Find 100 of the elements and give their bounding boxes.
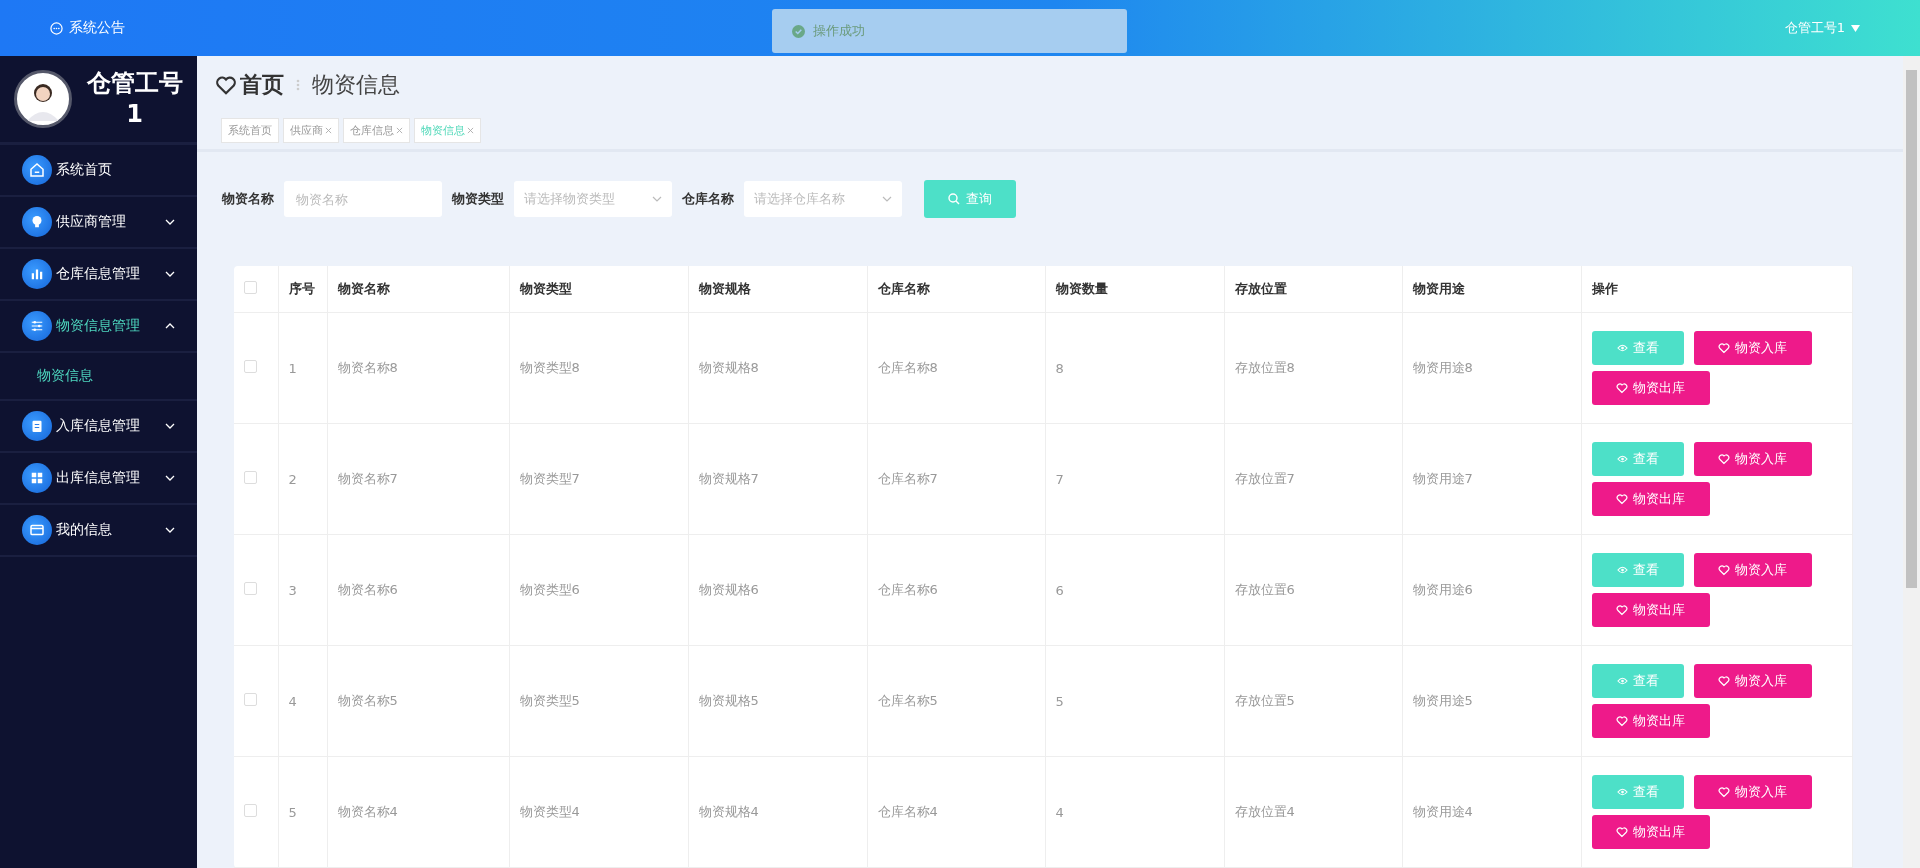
menu-item[interactable]: 我的信息	[0, 505, 197, 557]
table-cell: 物资名称4	[327, 756, 509, 868]
table-cell: 存放位置5	[1224, 645, 1402, 757]
stock-out-button[interactable]: 物资出库	[1591, 815, 1710, 849]
scrollbar[interactable]	[1903, 56, 1920, 868]
bulb-icon	[22, 207, 52, 237]
filter-label: 物资名称	[222, 190, 274, 208]
avatar	[14, 70, 72, 128]
stock-in-button[interactable]: 物资入库	[1693, 775, 1812, 809]
stock-in-button[interactable]: 物资入库	[1693, 331, 1812, 365]
page-tab[interactable]: 系统首页	[221, 118, 279, 143]
home-icon	[22, 155, 52, 185]
column-header: 物资名称	[327, 266, 509, 313]
close-icon[interactable]	[325, 127, 332, 134]
column-header: 物资用途	[1402, 266, 1581, 313]
checkbox[interactable]	[244, 281, 257, 294]
table-cell: 物资规格7	[688, 423, 867, 535]
grid-icon	[22, 463, 52, 493]
menu-item[interactable]: 出库信息管理	[0, 453, 197, 505]
table-cell: 2	[278, 423, 327, 535]
chevron-up-icon	[165, 323, 175, 329]
chevron-down-icon	[652, 196, 662, 202]
table-cell: 5	[278, 756, 327, 868]
table-cell: 物资名称8	[327, 312, 509, 424]
table-cell: 物资规格8	[688, 312, 867, 424]
menu-item[interactable]: 物资信息管理	[0, 301, 197, 353]
column-header: 序号	[278, 266, 327, 313]
eye-icon	[1616, 677, 1628, 685]
checkbox[interactable]	[244, 804, 257, 817]
close-icon[interactable]	[396, 127, 403, 134]
stock-out-button[interactable]: 物资出库	[1591, 482, 1710, 516]
table-cell: 存放位置8	[1224, 312, 1402, 424]
heart-icon	[1616, 382, 1628, 394]
table-cell: 仓库名称7	[867, 423, 1045, 535]
sliders-icon	[22, 311, 52, 341]
stock-out-button[interactable]: 物资出库	[1591, 371, 1710, 405]
checkbox[interactable]	[244, 360, 257, 373]
checkbox[interactable]	[244, 693, 257, 706]
table-cell: 物资用途7	[1402, 423, 1581, 535]
eye-icon	[1616, 566, 1628, 574]
toast-message: 操作成功	[813, 22, 865, 40]
clipboard-icon	[22, 411, 52, 441]
table-cell: 物资名称5	[327, 645, 509, 757]
menu-item[interactable]: 仓库信息管理	[0, 249, 197, 301]
menu-item[interactable]: 入库信息管理	[0, 401, 197, 453]
heart-icon	[1616, 826, 1628, 838]
table-cell: 5	[1045, 645, 1224, 757]
menu-item[interactable]: 系统首页	[0, 145, 197, 197]
page-tab[interactable]: 供应商	[283, 118, 339, 143]
stock-in-button[interactable]: 物资入库	[1693, 442, 1812, 476]
chevron-down-icon	[165, 527, 175, 533]
stock-in-button[interactable]: 物资入库	[1693, 664, 1812, 698]
table-cell: 4	[1045, 756, 1224, 868]
chevron-down-icon	[165, 271, 175, 277]
heart-icon	[1718, 675, 1730, 687]
column-header: 物资规格	[688, 266, 867, 313]
chart-icon	[22, 259, 52, 289]
column-header: 操作	[1581, 266, 1853, 313]
separator-icon	[296, 79, 300, 91]
notice-link[interactable]: 系统公告	[69, 19, 125, 37]
table-cell: 物资规格5	[688, 645, 867, 757]
eye-icon	[1616, 344, 1628, 352]
page-tab[interactable]: 仓库信息	[343, 118, 410, 143]
table-cell: 物资用途4	[1402, 756, 1581, 868]
table-cell: 仓库名称8	[867, 312, 1045, 424]
table-cell: 物资类型8	[509, 312, 688, 424]
checkbox[interactable]	[244, 471, 257, 484]
table-cell: 4	[278, 645, 327, 757]
stock-out-button[interactable]: 物资出库	[1591, 704, 1710, 738]
checkbox[interactable]	[244, 582, 257, 595]
chevron-down-icon	[165, 219, 175, 225]
breadcrumb-link[interactable]: 首页	[240, 70, 284, 100]
chat-icon	[50, 21, 63, 35]
table-cell: 物资类型5	[509, 645, 688, 757]
table-cell: 3	[278, 534, 327, 646]
table-cell: 物资名称6	[327, 534, 509, 646]
filter-label: 仓库名称	[682, 190, 734, 208]
table-cell: 存放位置7	[1224, 423, 1402, 535]
menu-item[interactable]: 供应商管理	[0, 197, 197, 249]
profile-name: 仓管工号1	[86, 67, 183, 130]
stock-in-button[interactable]: 物资入库	[1693, 553, 1812, 587]
heart-icon	[1718, 564, 1730, 576]
chevron-down-icon	[882, 196, 892, 202]
table-cell: 物资名称7	[327, 423, 509, 535]
table-cell: 物资用途5	[1402, 645, 1581, 757]
close-icon[interactable]	[467, 127, 474, 134]
column-header: 存放位置	[1224, 266, 1402, 313]
table-cell: 存放位置4	[1224, 756, 1402, 868]
stock-out-button[interactable]: 物资出库	[1591, 593, 1710, 627]
input-field[interactable]: 物资名称	[284, 181, 442, 217]
filter-label: 物资类型	[452, 190, 504, 208]
heart-icon	[1718, 453, 1730, 465]
table-cell: 7	[1045, 423, 1224, 535]
caret-icon	[1851, 24, 1860, 32]
column-header: 物资类型	[509, 266, 688, 313]
chevron-down-icon	[165, 423, 175, 429]
table-cell: 物资用途6	[1402, 534, 1581, 646]
table-cell: 存放位置6	[1224, 534, 1402, 646]
heart-icon	[1718, 342, 1730, 354]
heart-icon	[1616, 715, 1628, 727]
